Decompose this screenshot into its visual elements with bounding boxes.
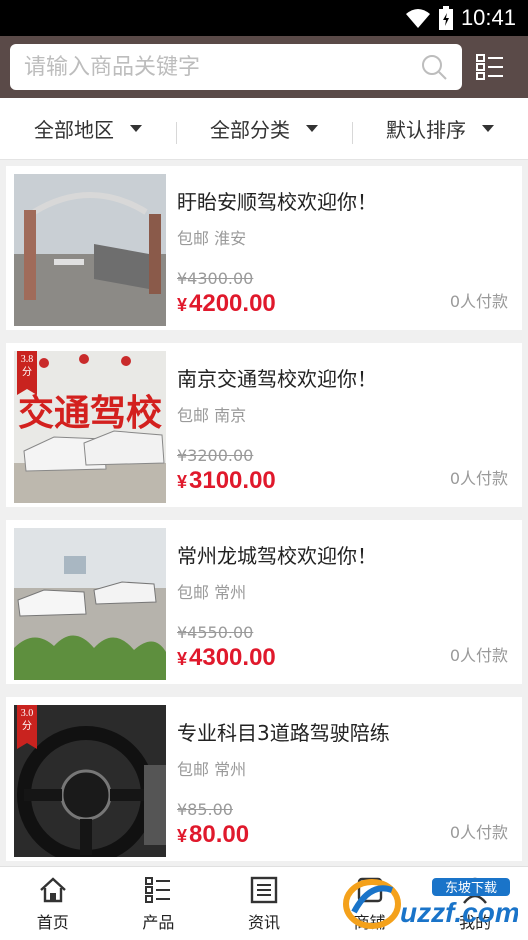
nav-news[interactable]: 资讯 (211, 867, 317, 940)
dropdown-arrow-icon (130, 125, 142, 132)
filter-bar: 全部地区 全部分类 默认排序 (0, 98, 528, 160)
product-image[interactable]: 交通驾校 3.8 分 (14, 351, 166, 503)
top-bar (0, 36, 528, 98)
product-shipping: 包邮 常州 (177, 760, 247, 779)
product-card[interactable]: 盱眙安顺驾校欢迎你！ 包邮 淮安 ¥4300.00 ¥4200.00 0人付款 (6, 166, 522, 330)
price-value: 3100.00 (189, 467, 276, 494)
price-currency: ¥ (177, 649, 188, 669)
product-original-price: ¥85.00 (177, 800, 233, 819)
status-time: 10:41 (460, 5, 516, 30)
status-bar: 10:41 (0, 0, 528, 36)
wifi-icon (405, 9, 430, 28)
product-card[interactable]: 常州龙城驾校欢迎你！ 包邮 常州 ¥4550.00 ¥4300.00 0人付款 (6, 520, 522, 684)
search-box[interactable] (10, 44, 462, 90)
list-icon (145, 876, 171, 903)
filter-sort-label: 默认排序 (386, 118, 466, 142)
nav-home-label: 首页 (36, 912, 69, 932)
price-value: 80.00 (189, 821, 250, 848)
product-title[interactable]: 常州龙城驾校欢迎你！ (177, 540, 514, 569)
price-value: 4200.00 (189, 290, 276, 317)
rating-badge: 3.8 分 (17, 351, 37, 395)
news-icon (250, 876, 278, 903)
price-currency: ¥ (177, 826, 188, 846)
product-info: 盱眙安顺驾校欢迎你！ 包邮 淮安 ¥4300.00 ¥4200.00 0人付款 (166, 174, 514, 322)
dropdown-arrow-icon (482, 125, 494, 132)
product-buyers: 0人付款 (449, 646, 508, 665)
price-currency: ¥ (177, 295, 188, 315)
battery-icon (438, 6, 453, 30)
filter-category[interactable]: 全部分类 (176, 114, 352, 144)
product-buyers: 0人付款 (449, 292, 508, 311)
filter-region[interactable]: 全部地区 (0, 114, 176, 143)
watermark-sub-text: 东坡下载 (445, 881, 497, 896)
product-info: 常州龙城驾校欢迎你！ 包邮 常州 ¥4550.00 ¥4300.00 0人付款 (166, 528, 514, 676)
search-icon[interactable] (420, 53, 448, 81)
product-buyers: 0人付款 (449, 469, 508, 488)
product-original-price: ¥4550.00 (177, 623, 254, 642)
rating-badge: 3.0 分 (17, 705, 37, 749)
product-shipping: 包邮 常州 (177, 583, 247, 602)
product-shipping: 包邮 南京 (177, 406, 247, 425)
nav-products-label: 产品 (142, 912, 175, 932)
dropdown-arrow-icon (306, 125, 318, 132)
watermark-logo: 东坡下载 uzzf.com (343, 878, 518, 929)
product-original-price: ¥4300.00 (177, 269, 254, 288)
filter-category-label: 全部分类 (210, 118, 290, 142)
product-buyers: 0人付款 (449, 823, 508, 842)
product-image[interactable]: 3.0 分 (14, 705, 166, 857)
search-input[interactable] (24, 54, 420, 80)
filter-region-label: 全部地区 (34, 118, 114, 142)
product-original-price: ¥3200.00 (177, 446, 254, 465)
price-currency: ¥ (177, 472, 188, 492)
list-menu-icon (476, 54, 503, 80)
product-info: 专业科目3道路驾驶陪练 包邮 常州 ¥85.00 ¥80.00 0人付款 (166, 705, 514, 853)
product-info: 南京交通驾校欢迎你！ 包邮 南京 ¥3200.00 ¥3100.00 0人付款 (166, 351, 514, 499)
price-value: 4300.00 (189, 644, 276, 671)
product-card[interactable]: 交通驾校 3.8 分 南京交通驾校欢迎你！ 包邮 南京 ¥3200.00 ¥31… (6, 343, 522, 507)
watermark-text: uzzf.com (400, 897, 518, 928)
product-banner-text: 交通驾校 (18, 392, 162, 433)
product-title[interactable]: 专业科目3道路驾驶陪练 (177, 717, 514, 746)
filter-sort[interactable]: 默认排序 (352, 114, 528, 144)
product-card[interactable]: 3.0 分 专业科目3道路驾驶陪练 包邮 常州 ¥85.00 ¥80.00 0人… (6, 697, 522, 861)
nav-home[interactable]: 首页 (0, 867, 106, 940)
product-title[interactable]: 盱眙安顺驾校欢迎你！ (177, 186, 514, 215)
category-menu-button[interactable] (462, 44, 518, 90)
product-image[interactable] (14, 174, 166, 326)
product-title[interactable]: 南京交通驾校欢迎你！ (177, 363, 514, 392)
nav-products[interactable]: 产品 (106, 867, 212, 940)
product-shipping: 包邮 淮安 (177, 229, 247, 248)
product-list: 盱眙安顺驾校欢迎你！ 包邮 淮安 ¥4300.00 ¥4200.00 0人付款 … (0, 160, 528, 861)
nav-news-label: 资讯 (247, 912, 280, 932)
product-image[interactable] (14, 528, 166, 680)
home-icon (39, 876, 66, 902)
